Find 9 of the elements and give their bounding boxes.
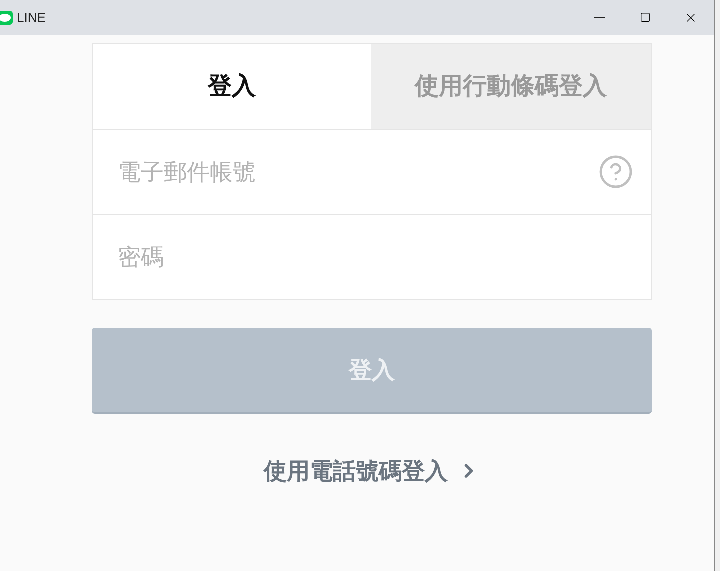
login-tab[interactable]: 使用行動條碼登入 — [371, 44, 651, 129]
maximize-icon — [640, 12, 650, 23]
app-logo-icon — [0, 10, 13, 26]
phone-login-link[interactable]: 使用電話號碼登入 — [264, 454, 480, 488]
input-field[interactable]: 密碼 — [118, 240, 626, 274]
window-title: LINE — [17, 8, 46, 27]
help-icon[interactable] — [598, 154, 634, 190]
minimize-icon — [594, 16, 604, 18]
input-field[interactable]: 電子郵件帳號 — [118, 154, 598, 190]
